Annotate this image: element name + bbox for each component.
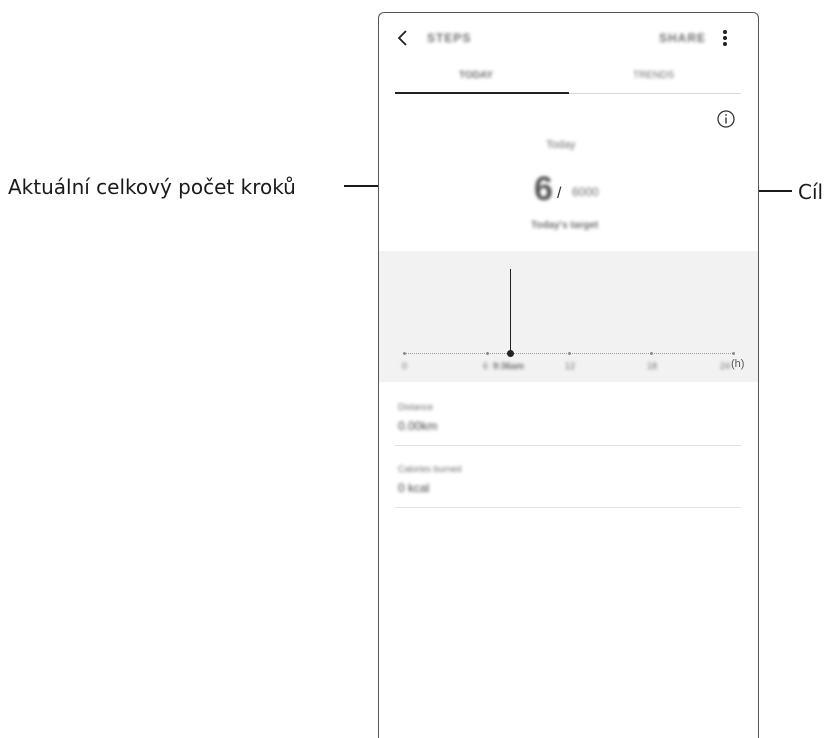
distance-value: 0.00km xyxy=(398,419,438,433)
chart-tick-0 xyxy=(403,352,406,355)
tab-today[interactable]: TODAY xyxy=(459,70,493,81)
back-icon[interactable] xyxy=(395,29,411,51)
chart-tick-label-0: 0 xyxy=(402,361,408,371)
chart-unit-label: (h) xyxy=(731,358,745,370)
chart-tick-label-18: 18 xyxy=(647,361,658,371)
goal-steps-value: 6000 xyxy=(572,185,599,199)
calories-label: Calories burned xyxy=(398,464,462,474)
chart-tick-18 xyxy=(650,352,653,355)
steps-chart: 0 6 9:36am 12 18 24 (h) xyxy=(379,251,758,382)
chart-tick-6 xyxy=(486,352,489,355)
period-label: Today xyxy=(546,139,576,151)
steps-status: Today's target xyxy=(531,220,599,231)
calories-value: 0 kcal xyxy=(398,481,430,495)
callout-goal-label: Cíl xyxy=(798,180,824,204)
chart-tick-label-12: 12 xyxy=(565,361,576,371)
tab-trends[interactable]: TRENDS xyxy=(633,70,674,81)
callout-current-steps-label: Aktuální celkový počet kroků xyxy=(8,175,296,199)
current-steps-value: 6 xyxy=(534,170,553,208)
chart-tick-label-24: 24 xyxy=(720,361,731,371)
page-title: STEPS xyxy=(427,31,472,45)
stats-divider-1 xyxy=(395,445,741,446)
tab-active-indicator xyxy=(395,92,569,94)
chart-tick-label-6: 6 xyxy=(483,361,489,371)
distance-label: Distance xyxy=(398,402,434,412)
chart-marker-dot xyxy=(507,350,514,357)
share-button[interactable]: SHARE xyxy=(659,31,706,45)
chart-marker-line xyxy=(510,269,511,353)
stats-divider-2 xyxy=(395,507,741,508)
chart-tick-24 xyxy=(732,352,735,355)
more-options-icon[interactable] xyxy=(722,29,728,51)
info-icon[interactable] xyxy=(716,109,736,133)
chart-marker-label: 9:36am xyxy=(493,361,525,371)
steps-separator: / xyxy=(557,185,562,202)
phone-screen: STEPS SHARE TODAY TRENDS Today 6 / 6000 … xyxy=(378,12,759,738)
chart-tick-12 xyxy=(568,352,571,355)
